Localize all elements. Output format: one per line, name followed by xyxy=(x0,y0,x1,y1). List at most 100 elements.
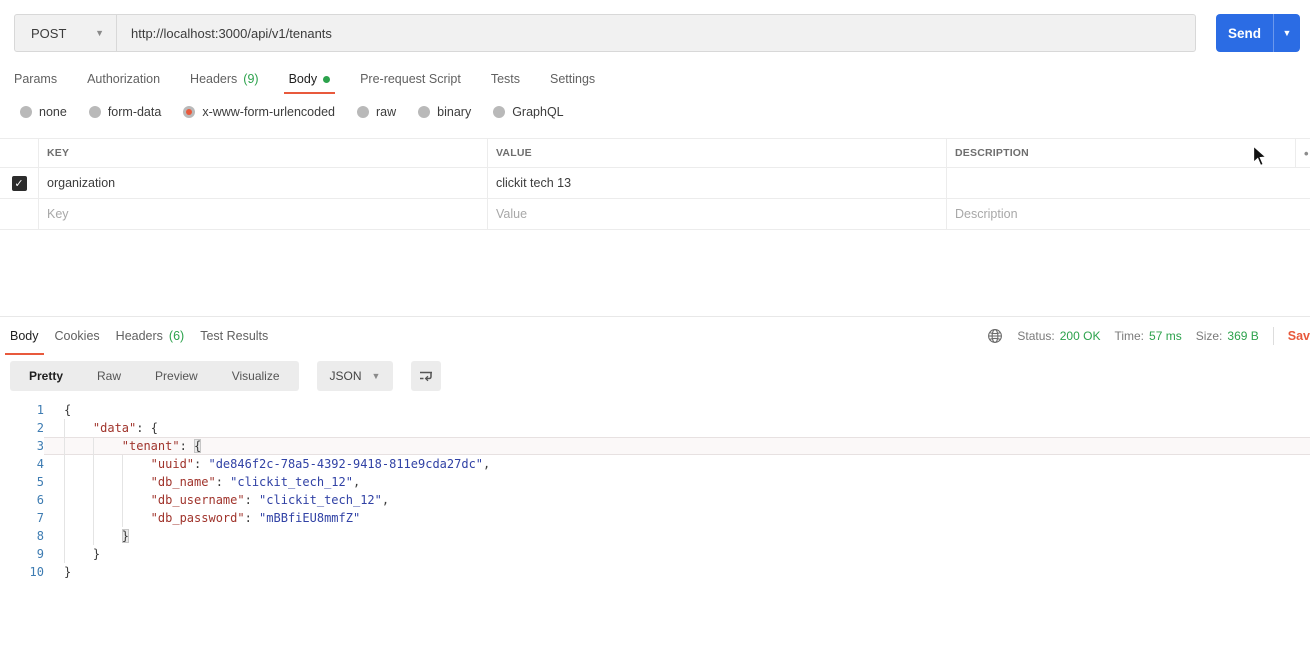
response-tab-test-results[interactable]: Test Results xyxy=(200,317,268,355)
format-value: JSON xyxy=(329,369,362,383)
tab-label: Body xyxy=(288,72,318,86)
response-tab-cookies[interactable]: Cookies xyxy=(55,317,100,355)
bulk-edit-menu-icon[interactable]: • xyxy=(1295,139,1310,167)
body-mode-form-data[interactable]: form-data xyxy=(88,105,161,119)
line-content: "db_name": "clickit_tech_12", xyxy=(44,473,1310,491)
tab-label: Params xyxy=(14,72,58,86)
token-pn: : xyxy=(244,511,260,525)
indent-guide xyxy=(121,491,151,509)
line-content: "tenant": { xyxy=(44,437,1310,455)
body-mode-radios: none form-data x-www-form-urlencoded raw bin… xyxy=(0,94,1310,130)
code-line: 8} xyxy=(0,527,1310,545)
body-mode-graphql[interactable]: GraphQL xyxy=(493,105,564,119)
view-tab-pretty[interactable]: Pretty xyxy=(12,361,80,391)
line-number: 9 xyxy=(36,547,44,561)
token-pn: , xyxy=(483,457,491,471)
meta-divider xyxy=(1272,327,1274,345)
token-key: "db_password" xyxy=(150,511,245,525)
url-input[interactable] xyxy=(117,15,1195,51)
body-mode-binary[interactable]: binary xyxy=(418,105,471,119)
table-header-row: KEY VALUE DESCRIPTION • xyxy=(0,138,1310,168)
tab-authorization[interactable]: Authorization xyxy=(87,64,160,94)
body-mode-x-www-form-urlencoded[interactable]: x-www-form-urlencoded xyxy=(183,105,335,119)
send-button[interactable]: Send xyxy=(1216,14,1273,52)
status-badge: Status: 200 OK xyxy=(1017,329,1101,343)
response-tab-body[interactable]: Body xyxy=(5,317,43,355)
url-group: POST ▼ xyxy=(14,14,1196,52)
row-checkbox[interactable]: ✓ xyxy=(11,175,27,191)
indent-guide xyxy=(64,545,93,563)
token-key: "data" xyxy=(92,421,137,435)
size-value: 369 B xyxy=(1227,329,1259,343)
description-column-header: DESCRIPTION xyxy=(946,139,1295,167)
tab-pre-request-script[interactable]: Pre-request Script xyxy=(360,64,461,94)
indent-guide xyxy=(64,491,93,509)
body-mode-raw[interactable]: raw xyxy=(357,105,396,119)
key-cell[interactable]: organization xyxy=(38,168,487,198)
token-pn: : { xyxy=(136,421,158,435)
body-mode-none[interactable]: none xyxy=(20,105,67,119)
radio-icon xyxy=(183,106,196,118)
row-select-cell: ✓ xyxy=(0,168,38,198)
row-actions-cell xyxy=(1295,168,1310,198)
description-input-placeholder[interactable]: Description xyxy=(946,199,1295,229)
line-content: "uuid": "de846f2c-78a5-4392-9418-811e9cd… xyxy=(44,455,1310,473)
status-value: 200 OK xyxy=(1059,329,1101,343)
radio-icon xyxy=(357,106,369,118)
tab-settings[interactable]: Settings xyxy=(550,64,595,94)
token-pn: } xyxy=(64,565,72,579)
radio-label: none xyxy=(39,105,67,119)
tab-headers[interactable]: Headers (9) xyxy=(190,64,259,94)
tab-label: Authorization xyxy=(87,72,161,86)
response-meta: Status: 200 OK Time: 57 ms Size: 369 B S… xyxy=(987,317,1310,355)
token-pn: { xyxy=(64,403,72,417)
indent-guide xyxy=(64,509,93,527)
view-tab-preview[interactable]: Preview xyxy=(138,361,215,391)
value-input-placeholder[interactable]: Value xyxy=(487,199,946,229)
line-content: { xyxy=(44,401,1310,419)
globe-icon[interactable] xyxy=(987,328,1003,344)
view-mode-segmented-control: Pretty Raw Preview Visualize xyxy=(10,361,299,391)
tab-body[interactable]: Body xyxy=(283,64,335,94)
token-str: "clickit_tech_12" xyxy=(259,493,382,507)
radio-icon xyxy=(418,106,431,118)
view-tab-visualize[interactable]: Visualize xyxy=(215,361,297,391)
send-options-button[interactable]: ▼ xyxy=(1273,14,1300,52)
format-dropdown[interactable]: JSON ▼ xyxy=(316,361,394,391)
indent-guide xyxy=(121,455,151,473)
tab-label: Test Results xyxy=(200,329,269,343)
tab-label: Settings xyxy=(550,72,596,86)
key-column-header: KEY xyxy=(38,139,487,167)
line-content: "db_password": "mBBfiEU8mmfZ" xyxy=(44,509,1310,527)
indent-guide xyxy=(92,491,122,509)
tab-tests[interactable]: Tests xyxy=(491,64,520,94)
indent-guide xyxy=(64,527,93,545)
chevron-down-icon: ▼ xyxy=(371,371,381,381)
radio-label: raw xyxy=(376,105,397,119)
indent-guide xyxy=(64,455,93,473)
indent-guide xyxy=(92,527,122,545)
response-tabs: Body Cookies Headers (6) Test Results xyxy=(5,317,268,355)
method-dropdown[interactable]: POST ▼ xyxy=(15,15,117,51)
response-body-code[interactable]: 1{2 "data": {3 "tenant": {4 "uuid": "de846f… xyxy=(0,401,1310,581)
radio-icon xyxy=(20,106,32,118)
wrap-text-button[interactable] xyxy=(411,361,442,391)
tab-label: Tests xyxy=(490,72,520,86)
description-cell[interactable] xyxy=(946,168,1295,198)
value-cell[interactable]: clickit tech 13 xyxy=(487,168,946,198)
key-input-placeholder[interactable]: Key xyxy=(38,199,487,229)
indent-guide xyxy=(121,473,151,491)
row-actions-cell xyxy=(1295,199,1310,229)
save-response-button[interactable]: Sav xyxy=(1288,329,1310,343)
code-line: 6 "db_username": "clickit_tech_12", xyxy=(0,491,1310,509)
tab-params[interactable]: Params xyxy=(14,64,57,94)
token-key: "tenant" xyxy=(121,439,180,453)
response-header: Body Cookies Headers (6) Test Results Status… xyxy=(0,317,1310,355)
radio-icon xyxy=(493,106,506,118)
time-badge: Time: 57 ms xyxy=(1114,329,1182,343)
view-tab-raw[interactable]: Raw xyxy=(80,361,138,391)
code-line: 4 "uuid": "de846f2c-78a5-4392-9418-811e9c… xyxy=(0,455,1310,473)
tab-label: Headers xyxy=(190,72,238,86)
token-str: "mBBfiEU8mmfZ" xyxy=(259,511,361,525)
response-tab-headers[interactable]: Headers (6) xyxy=(116,317,185,355)
